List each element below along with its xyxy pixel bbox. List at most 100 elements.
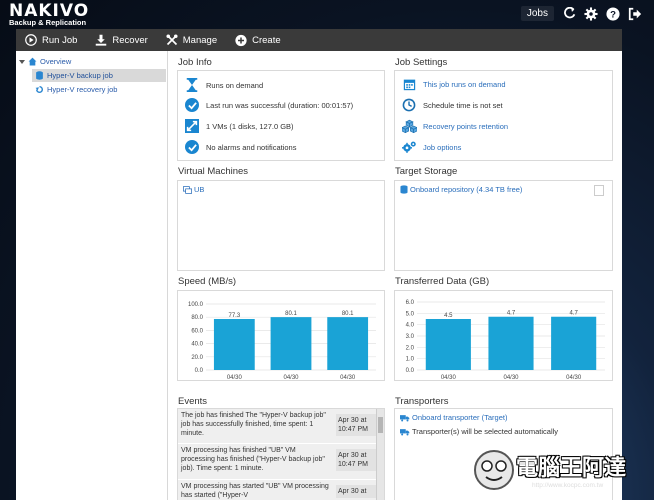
job-info-row: No alarms and notifications: [184, 139, 296, 155]
event-date: Apr 30 at: [336, 485, 378, 498]
chart-bar: [327, 317, 369, 370]
retention-link[interactable]: Recovery points retention: [423, 122, 508, 131]
job-settings-row[interactable]: Recovery points retention: [401, 118, 508, 134]
watermark-url: http://www.kocpc.com.tw: [532, 482, 604, 489]
repository-link[interactable]: Onboard repository (4.34 TB free): [410, 185, 522, 194]
job-info-row: Last run was successful (duration: 00:01…: [184, 97, 353, 113]
refresh-icon[interactable]: [562, 7, 576, 21]
vm-icon: [183, 185, 192, 194]
storage-checkbox[interactable]: [594, 185, 604, 196]
restore-icon: [35, 85, 43, 93]
sidebar-item-label: Overview: [40, 57, 72, 66]
sidebar-item-hyperv-recovery-job[interactable]: Hyper-V recovery job: [32, 83, 166, 96]
clock-icon: [401, 97, 417, 113]
bar-value-label: 80.1: [285, 311, 297, 317]
plus-circle-icon: [235, 34, 247, 46]
sidebar-item-label: Hyper-V backup job: [47, 71, 113, 80]
events-title: Events: [178, 396, 208, 407]
sidebar-item-label: Hyper-V recovery job: [47, 85, 118, 94]
x-tick-label: 04/30: [340, 375, 356, 380]
job-info-title: Job Info: [178, 57, 212, 68]
chart-bar: [213, 318, 255, 370]
recover-button[interactable]: Recover: [86, 29, 156, 51]
events-scrollbar[interactable]: [376, 409, 384, 500]
calendar-icon: [401, 76, 417, 92]
event-text: VM processing has started "UB" VM proces…: [181, 483, 329, 499]
scrollbar-thumb[interactable]: [378, 417, 383, 433]
schedule-link[interactable]: This job runs on demand: [423, 80, 506, 89]
toolbar: Run Job Recover Manage Create: [16, 29, 622, 51]
home-icon: [28, 57, 37, 66]
event-text: VM processing has finished "UB" VM proce…: [181, 447, 325, 472]
job-settings-title: Job Settings: [395, 57, 448, 68]
target-storage-title: Target Storage: [395, 166, 458, 177]
job-info-text: Last run was successful (duration: 00:01…: [206, 100, 354, 110]
event-item: The job has finished The "Hyper-V backup…: [178, 409, 378, 444]
help-icon[interactable]: ?: [606, 6, 620, 21]
app-logo: NAKIVO Backup & Replication: [9, 3, 89, 27]
speed-chart: 0.0 20.0 40.0 60.0 80.0 100.0 77.3 04/30 80.1 04/…: [188, 302, 376, 381]
manage-button[interactable]: Manage: [157, 29, 226, 51]
storage-icon: [400, 185, 408, 194]
chart-bar: [551, 316, 597, 370]
transporter-item: Transporter(s) will be selected automati…: [400, 427, 558, 436]
vm-list-item[interactable]: UB: [183, 185, 204, 194]
sidebar-item-overview[interactable]: Overview: [19, 55, 165, 68]
truck-icon: [400, 428, 410, 435]
logout-icon[interactable]: [628, 7, 642, 21]
chart-bar: [488, 316, 534, 370]
job-settings-row: Schedule time is not set: [401, 97, 503, 113]
jobs-nav-link[interactable]: Jobs: [520, 6, 554, 21]
hourglass-icon: [184, 77, 200, 93]
app-window: Run Job Recover Manage Create Overview H…: [16, 29, 622, 500]
vm-name[interactable]: UB: [194, 185, 204, 194]
app-subtitle: Backup & Replication: [9, 18, 87, 27]
watermark-text: 電腦王阿達: [516, 456, 627, 481]
storage-list-item[interactable]: Onboard repository (4.34 TB free): [400, 185, 522, 194]
database-icon: [36, 71, 43, 80]
y-tick-label: 6.0: [406, 300, 415, 306]
chart-bar: [425, 319, 471, 370]
sidebar-tree: Overview Hyper-V backup job Hyper-V reco…: [16, 51, 168, 500]
job-settings-text: Schedule time is not set: [423, 100, 503, 110]
svg-text:?: ?: [610, 9, 616, 20]
transporters-title: Transporters: [395, 396, 449, 407]
job-info-panel: Runs on demand Last run was successful (…: [177, 70, 385, 161]
y-tick-label: 60.0: [191, 328, 203, 334]
bar-value-label: 4.5: [444, 313, 453, 319]
collapse-arrow-icon[interactable]: [19, 59, 25, 65]
target-storage-panel: Onboard repository (4.34 TB free): [394, 180, 613, 271]
gear-icon[interactable]: [584, 6, 598, 21]
x-tick-label: 04/30: [566, 375, 582, 380]
speed-title: Speed (MB/s): [178, 276, 237, 287]
truck-icon: [400, 414, 410, 421]
y-tick-label: 20.0: [191, 355, 203, 361]
job-options-link[interactable]: Job options: [423, 143, 461, 152]
y-tick-label: 1.0: [406, 357, 415, 363]
transferred-chart-panel: 0.0 1.0 2.0 3.0 4.0 5.0 6.0 4.5 04/30 4.7 04/30 4.7…: [394, 290, 613, 381]
event-item: VM processing has finished "UB" VM proce…: [178, 444, 378, 480]
x-tick-label: 04/30: [283, 375, 299, 380]
bar-value-label: 77.3: [228, 313, 240, 319]
y-tick-label: 4.0: [406, 323, 415, 329]
job-info-text: 1 VMs (1 disks, 127.0 GB): [206, 121, 294, 131]
x-tick-label: 04/30: [441, 375, 457, 380]
y-tick-label: 80.0: [191, 315, 203, 321]
bar-value-label: 80.1: [342, 311, 354, 317]
event-date: Apr 30 at 10:47 PM: [336, 449, 378, 471]
transporter-link[interactable]: Onboard transporter (Target): [412, 413, 507, 422]
transporter-item[interactable]: Onboard transporter (Target): [400, 413, 507, 422]
sidebar-item-hyperv-backup-job[interactable]: Hyper-V backup job: [32, 69, 166, 82]
create-button[interactable]: Create: [226, 29, 290, 51]
chart-bar: [270, 317, 312, 370]
cubes-icon: [401, 118, 417, 134]
dashboard: Job Info Runs on demand Last run was suc…: [168, 51, 622, 500]
job-settings-row[interactable]: Job options: [401, 139, 461, 155]
transferred-chart: 0.0 1.0 2.0 3.0 4.0 5.0 6.0 4.5 04/30 4.7 04/30 4.7…: [406, 300, 605, 381]
run-job-button[interactable]: Run Job: [16, 29, 86, 51]
run-job-label: Run Job: [42, 34, 78, 46]
recover-label: Recover: [112, 34, 148, 46]
job-settings-row[interactable]: This job runs on demand: [401, 76, 506, 92]
y-tick-label: 40.0: [191, 342, 203, 348]
x-tick-label: 04/30: [503, 375, 519, 380]
